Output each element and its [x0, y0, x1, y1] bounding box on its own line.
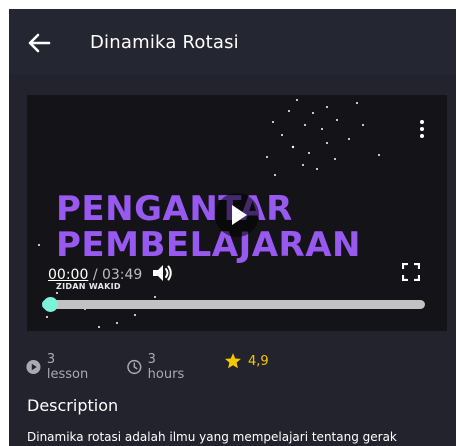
video-headline: PENGANTAR PEMBELAJARAN	[56, 191, 361, 263]
duration: 3 hours	[147, 352, 185, 382]
back-button[interactable]	[27, 33, 51, 53]
video-progress-bar[interactable]	[42, 297, 425, 312]
star-icon	[225, 353, 241, 369]
more-vertical-icon[interactable]	[417, 119, 427, 143]
video-author: ZIDAN WAKID	[56, 282, 121, 291]
stat-duration: 3 hours	[127, 352, 188, 382]
total-time: / 03:49	[92, 267, 143, 283]
lesson-count: 3 lesson	[46, 352, 89, 382]
app-bar: Dinamika Rotasi	[9, 9, 456, 75]
description-text: Dinamika rotasi adalah ilmu yang mempela…	[27, 430, 397, 444]
current-time: 00:00	[48, 267, 89, 283]
stat-rating: 4,9	[224, 352, 269, 370]
page-title: Dinamika Rotasi	[90, 32, 239, 53]
video-time: 00:00 / 03:49	[48, 267, 142, 283]
volume-button[interactable]	[151, 262, 173, 284]
progress-knob[interactable]	[43, 297, 58, 312]
fullscreen-button[interactable]	[401, 262, 421, 282]
rating-value: 4,9	[248, 353, 269, 369]
screen: Dinamika Rotasi PENGANTAR PEMBELAJARAN Z…	[9, 9, 456, 446]
headline-line2: PEMBELAJARAN	[56, 225, 362, 265]
arrow-left-icon	[28, 33, 51, 53]
stat-lessons: 3 lesson	[26, 352, 91, 382]
fullscreen-icon	[401, 262, 421, 282]
play-button[interactable]	[215, 193, 259, 237]
play-circle-icon	[26, 359, 41, 375]
clock-icon	[127, 359, 142, 375]
description-heading: Description	[27, 396, 119, 415]
volume-icon	[153, 265, 172, 281]
